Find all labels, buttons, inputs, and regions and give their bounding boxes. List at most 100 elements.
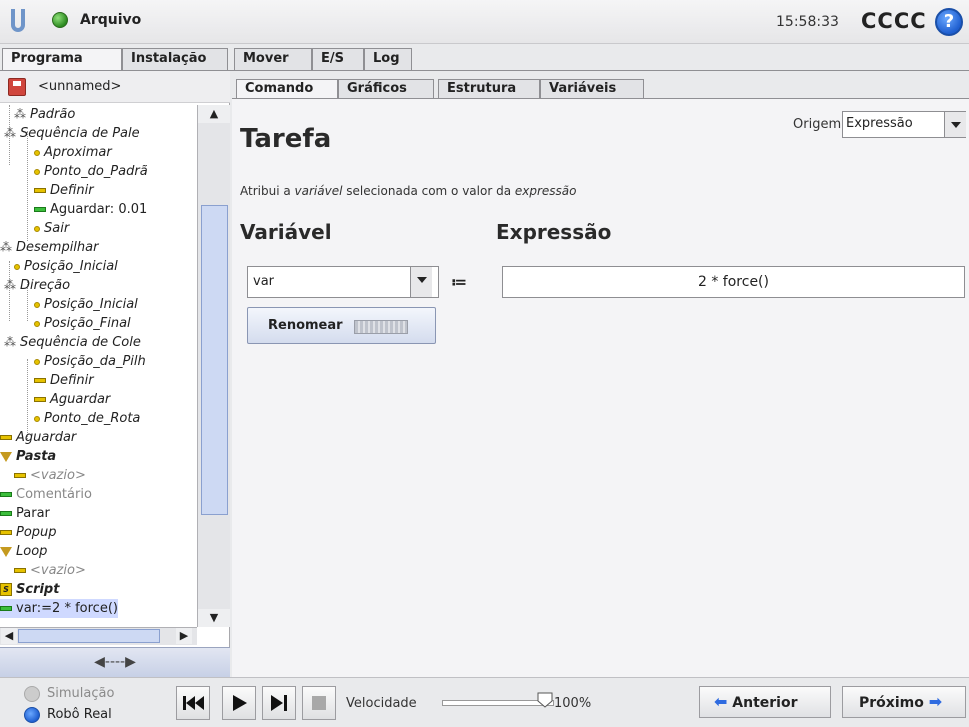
tab-mover[interactable]: Mover	[234, 48, 312, 70]
program-header: <unnamed>	[0, 71, 230, 103]
empty-icon	[14, 568, 26, 573]
tab-estrutura[interactable]: Estrutura	[438, 79, 540, 99]
tree-node[interactable]: Definir	[34, 371, 94, 390]
panel-resize-bar[interactable]: ◀----▶	[0, 647, 230, 677]
play-icon	[233, 695, 247, 711]
wait-icon	[34, 397, 46, 402]
tree-node[interactable]: Parar	[0, 504, 50, 523]
tree-node[interactable]: Sequência de Pale	[4, 124, 140, 143]
comment-icon	[0, 492, 12, 497]
tree-node[interactable]: Pasta	[0, 447, 56, 466]
popup-icon	[0, 530, 12, 535]
tree-node[interactable]: Aproximar	[34, 143, 112, 162]
tree-node-selected[interactable]: var:=2 * force()	[0, 599, 118, 618]
tab-programa[interactable]: Programa	[2, 48, 122, 72]
tree-node[interactable]: Posição_da_Pilh	[34, 352, 146, 371]
tree-node[interactable]: S Script	[0, 580, 59, 599]
tree-node[interactable]: Posição_Final	[34, 314, 131, 333]
scroll-down-button[interactable]: ▼	[198, 609, 230, 627]
clock: 15:58:33	[776, 14, 839, 30]
waypoint-icon	[14, 263, 20, 270]
scroll-thumb[interactable]	[201, 205, 228, 515]
script-icon: S	[0, 583, 12, 596]
expression-field[interactable]: 2 * force()	[502, 266, 965, 298]
tree-node[interactable]: Sair	[34, 219, 69, 238]
scroll-up-button[interactable]: ▲	[198, 105, 230, 123]
assign-operator: ≔	[451, 273, 467, 291]
rewind-button[interactable]	[176, 686, 210, 720]
speed-value: 100%	[554, 696, 592, 711]
scroll-left-button[interactable]: ◀	[1, 628, 17, 644]
tab-log[interactable]: Log	[364, 48, 412, 70]
pattern-icon	[4, 276, 16, 295]
tree-node[interactable]: Posição_Inicial	[14, 257, 118, 276]
tab-graficos[interactable]: Gráficos	[338, 79, 434, 99]
set-icon	[34, 378, 46, 383]
tab-variaveis[interactable]: Variáveis	[540, 79, 644, 99]
tree-node[interactable]: <vazio>	[14, 561, 86, 580]
real-robot-radio[interactable]	[24, 707, 40, 723]
waypoint-icon	[34, 225, 40, 232]
tree-node[interactable]: Aguardar: 0.01	[34, 200, 147, 219]
program-name: <unnamed>	[38, 79, 122, 94]
pattern-icon	[14, 105, 26, 124]
slider-handle-icon[interactable]	[536, 691, 554, 709]
chevron-down-icon	[410, 267, 432, 297]
waypoint-icon	[34, 358, 40, 365]
tree-node[interactable]: Aguardar	[34, 390, 110, 409]
page-title: Tarefa	[240, 124, 332, 154]
keyboard-icon	[354, 320, 408, 334]
tree-node[interactable]: Sequência de Cole	[4, 333, 141, 352]
pattern-icon	[0, 238, 12, 257]
tree-node[interactable]: Direção	[4, 276, 70, 295]
tree-node[interactable]: Padrão	[14, 105, 75, 124]
robot-name: CCCC	[861, 9, 927, 33]
stop-button[interactable]	[302, 686, 336, 720]
previous-label: Anterior	[732, 695, 798, 711]
next-button[interactable]: Próximo ➡	[842, 686, 966, 718]
file-menu[interactable]: Arquivo	[80, 12, 141, 28]
assignment-icon	[0, 606, 12, 611]
expression-heading: Expressão	[496, 220, 612, 244]
speed-label: Velocidade	[346, 696, 417, 711]
tab-es[interactable]: E/S	[312, 48, 364, 70]
real-robot-label: Robô Real	[47, 707, 112, 722]
tree-node[interactable]: Popup	[0, 523, 57, 542]
tree-node[interactable]: Desempilhar	[0, 238, 98, 257]
subtab-divider	[232, 98, 969, 99]
tree-node[interactable]: Definir	[34, 181, 94, 200]
chevron-down-icon	[944, 112, 966, 137]
rename-label: Renomear	[268, 318, 343, 333]
step-button[interactable]	[262, 686, 296, 720]
tree-node[interactable]: Comentário	[0, 485, 92, 504]
play-button[interactable]	[222, 686, 256, 720]
description: Atribui a variável selecionada com o val…	[240, 184, 577, 198]
ur-logo-icon	[11, 9, 25, 32]
rename-button[interactable]: Renomear	[247, 307, 436, 344]
variable-value: var	[253, 274, 275, 289]
arrow-left-icon: ⬅	[714, 692, 728, 711]
previous-button[interactable]: ⬅ Anterior	[699, 686, 831, 718]
tree-node[interactable]: Aguardar	[0, 428, 76, 447]
loop-icon	[0, 546, 12, 557]
origin-value: Expressão	[846, 116, 913, 131]
program-tree-panel: <unnamed> Padrão Sequência de Pale Aprox…	[0, 71, 230, 677]
hscroll-thumb[interactable]	[18, 629, 160, 643]
stop-icon	[312, 696, 326, 710]
tree-node[interactable]: <vazio>	[14, 466, 86, 485]
tab-comando[interactable]: Comando	[236, 79, 338, 99]
pattern-icon	[4, 333, 16, 352]
tab-instalacao[interactable]: Instalação	[122, 48, 228, 70]
origin-label: Origem	[793, 117, 842, 132]
wait-icon	[0, 435, 12, 440]
tree-node[interactable]: Posição_Inicial	[34, 295, 138, 314]
help-button[interactable]: ?	[935, 8, 963, 36]
variable-dropdown[interactable]	[247, 266, 439, 298]
tree-node[interactable]: Ponto_do_Padrã	[34, 162, 148, 181]
tree-node[interactable]: Ponto_de_Rota	[34, 409, 140, 428]
tree-node[interactable]: Loop	[0, 542, 47, 561]
scroll-right-button[interactable]: ▶	[176, 628, 192, 644]
save-icon[interactable]	[8, 78, 26, 96]
pattern-icon	[4, 124, 16, 143]
simulation-radio[interactable]	[24, 686, 40, 702]
